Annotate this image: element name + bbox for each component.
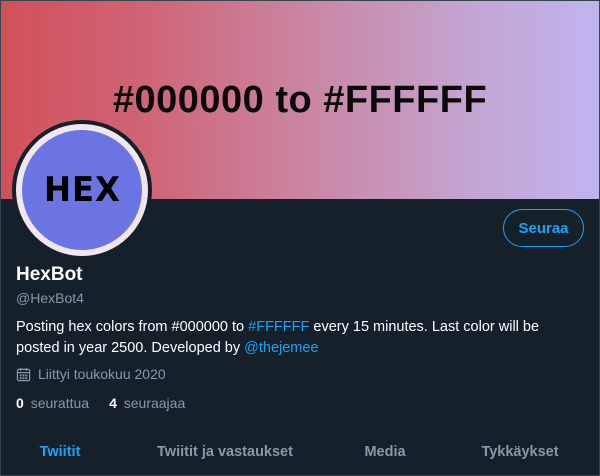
bio-hashtag-link[interactable]: #FFFFFF (248, 319, 309, 335)
tab-tweets[interactable]: Twiitit (0, 432, 120, 472)
profile-stats: 0 seurattua 4 seuraajaa (16, 395, 205, 411)
profile-handle: @HexBot4 (16, 290, 84, 306)
profile-tabs: Twiitit Twiitit ja vastaukset Media Tykk… (0, 432, 600, 476)
followers-label: seuraajaa (123, 395, 186, 411)
following-label: seurattua (30, 395, 90, 411)
avatar-text: HEX (43, 170, 121, 210)
bio-text: Posting hex colors from #000000 to (16, 319, 249, 335)
following-count: 0 (16, 395, 24, 411)
followers-link[interactable]: 4 seuraajaa (109, 395, 185, 411)
avatar-image: HEX (22, 130, 142, 250)
joined-text: Liittyi toukokuu 2020 (38, 366, 166, 382)
banner-text: #000000 to #FFFFFF (112, 79, 488, 121)
follow-button[interactable]: Seuraa (503, 209, 584, 247)
profile-bio: Posting hex colors from #000000 to #FFFF… (16, 317, 576, 359)
following-link[interactable]: 0 seurattua (16, 395, 89, 411)
tab-tweets-and-replies[interactable]: Twiitit ja vastaukset (120, 432, 330, 472)
followers-count: 4 (109, 395, 117, 411)
tab-media[interactable]: Media (330, 432, 440, 472)
avatar[interactable]: HEX (12, 120, 152, 260)
calendar-icon (16, 367, 31, 381)
profile-name: HexBot (16, 264, 83, 285)
tab-likes[interactable]: Tykkäykset (440, 432, 600, 472)
bio-mention-link[interactable]: @thejemee (244, 340, 318, 356)
joined-date: Liittyi toukokuu 2020 (16, 366, 166, 382)
